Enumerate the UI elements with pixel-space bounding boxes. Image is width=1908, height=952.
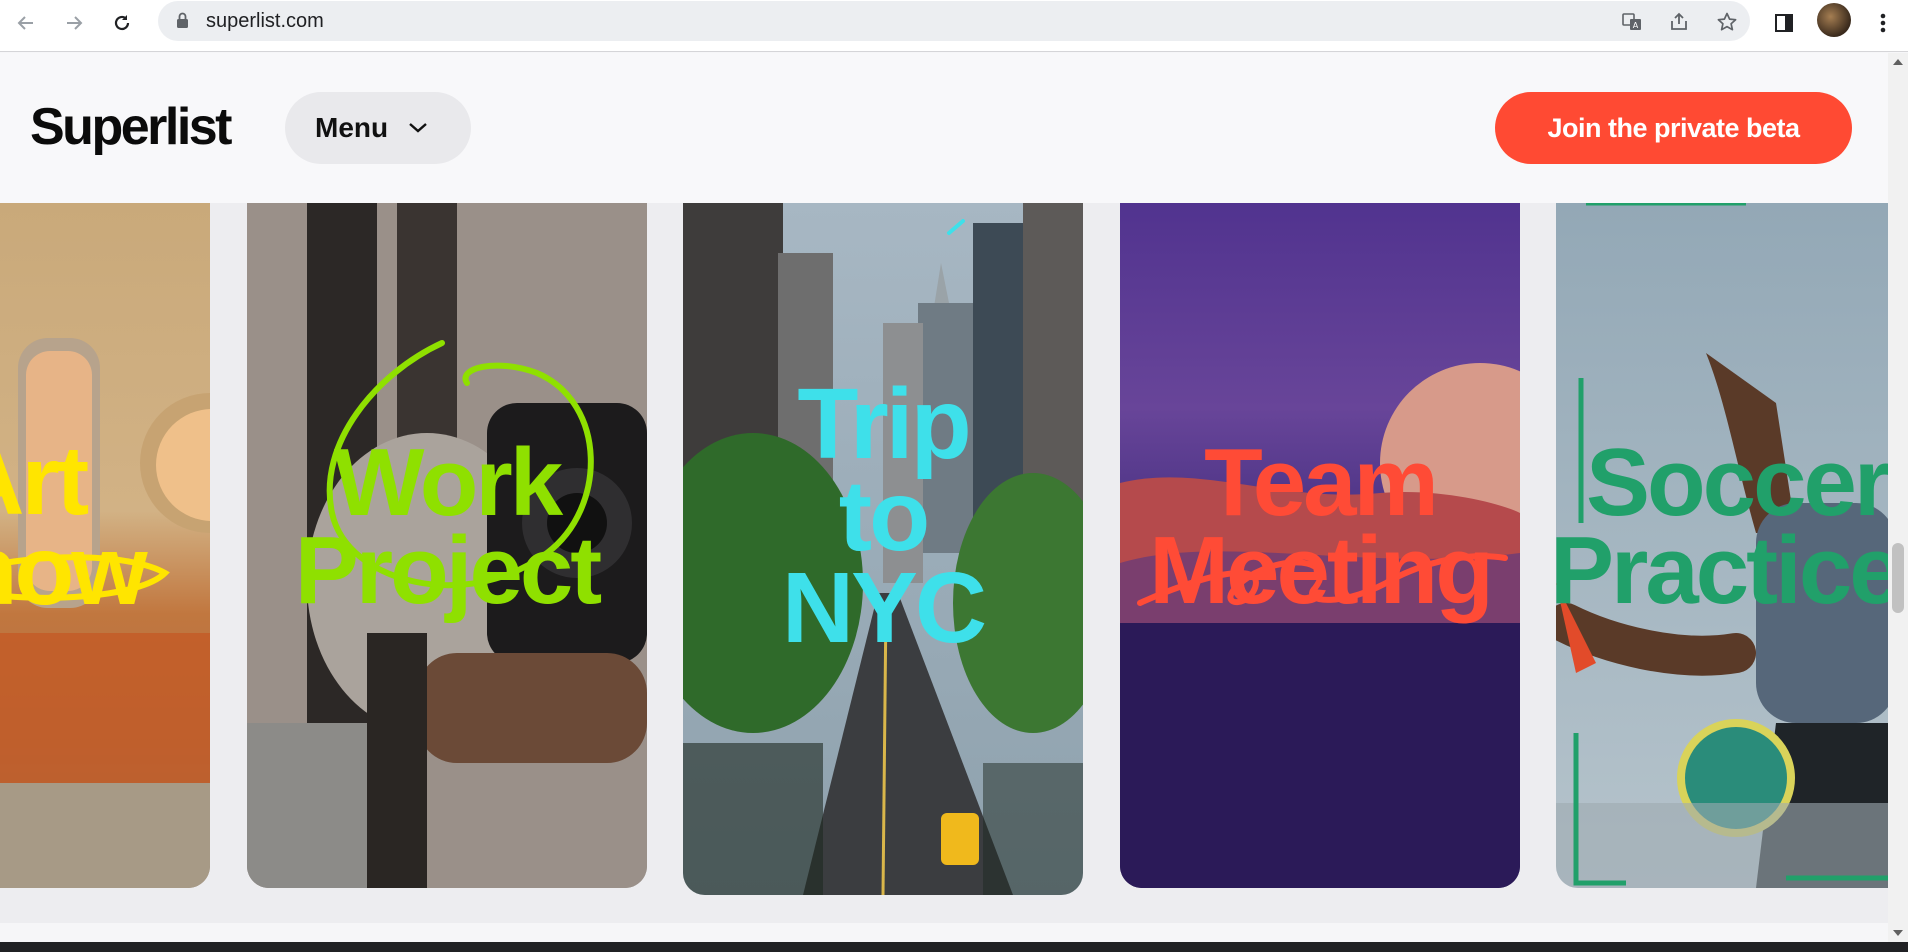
scroll-thumb[interactable] (1892, 543, 1904, 613)
site-header: Superlist Menu Join the private beta (0, 53, 1888, 203)
svg-text:A: A (1633, 21, 1639, 30)
card-title-line: Team (1204, 429, 1439, 536)
card-title-line: NYC (781, 552, 987, 664)
card-team-meeting: Team Meeting (1120, 203, 1520, 888)
scroll-down-arrow-icon[interactable] (1893, 930, 1903, 936)
card-title-line: Meeting (1149, 517, 1494, 625)
card-art-show: Art Show (0, 203, 210, 888)
card-title-line: Work (333, 429, 563, 536)
card-title-line: Art (0, 425, 89, 535)
superlist-logo[interactable]: Superlist (30, 97, 233, 157)
side-panel-icon (1775, 14, 1793, 32)
card-trip-nyc: Trip to NYC (683, 203, 1083, 895)
back-button[interactable] (9, 6, 43, 40)
share-button[interactable] (1666, 9, 1692, 35)
card-title-line: Trip (797, 368, 971, 480)
card-soccer-practice: Soccer Practice (1556, 203, 1888, 888)
bookmark-button[interactable] (1714, 9, 1740, 35)
address-bar[interactable]: superlist.com A (158, 1, 1750, 41)
translate-button[interactable]: A (1619, 9, 1645, 35)
page-scrollbar[interactable] (1888, 53, 1908, 942)
reload-icon (114, 15, 130, 31)
url-text: superlist.com (206, 10, 324, 32)
side-panel-button[interactable] (1767, 6, 1801, 40)
accent-tick (947, 219, 965, 235)
menu-label: Menu (315, 112, 389, 143)
kebab-icon (1880, 13, 1886, 33)
lock-icon (177, 12, 188, 28)
card-team-title: Team Meeting (1120, 429, 1520, 625)
taskbar-edge (0, 942, 1908, 952)
card-title-line: Project (294, 517, 602, 625)
card-work-title: Work Project (247, 429, 647, 625)
card-soccer-title: Soccer Practice (1556, 429, 1888, 625)
card-title-line: Soccer (1586, 429, 1888, 536)
share-icon (1671, 12, 1687, 30)
arrow-right-icon (67, 16, 83, 30)
browser-toolbar: superlist.com A (0, 0, 1908, 52)
star-icon (1717, 12, 1737, 31)
arrow-left-icon (17, 16, 33, 30)
card-nyc-title: Trip to NYC (683, 368, 1083, 664)
chevron-down-icon (408, 122, 428, 134)
reload-button[interactable] (105, 6, 139, 40)
menu-button[interactable]: Menu (285, 92, 471, 164)
translate-icon: A (1622, 13, 1641, 30)
browser-menu-button[interactable] (1866, 6, 1900, 40)
profile-avatar[interactable] (1817, 3, 1851, 37)
card-title-line: to (838, 460, 930, 572)
card-work-project: Work Project (247, 203, 647, 888)
showcase-cards: Art Show Work Project (0, 203, 1888, 923)
scroll-up-arrow-icon[interactable] (1893, 59, 1903, 65)
forward-button[interactable] (57, 6, 91, 40)
card-title-line: Practice (1556, 517, 1888, 625)
highlight-stroke (0, 554, 170, 601)
join-beta-button[interactable]: Join the private beta (1495, 92, 1852, 164)
